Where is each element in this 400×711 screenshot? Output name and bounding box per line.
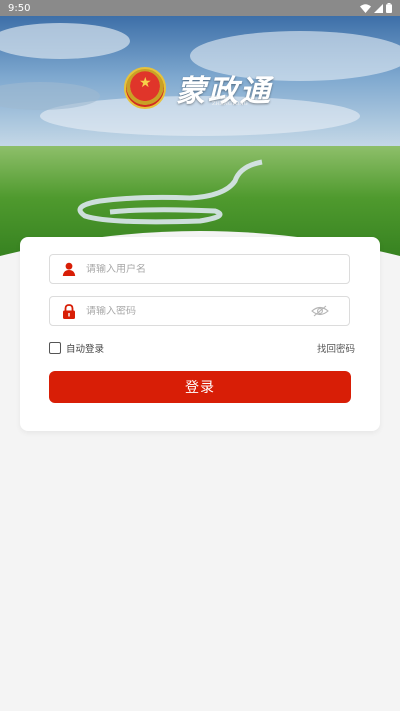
login-options-row: 自动登录 找回密码: [49, 341, 355, 355]
brand-subtitle: ENGEE ZHENGTONG: [212, 95, 248, 107]
forgot-password-link[interactable]: 找回密码: [317, 341, 355, 355]
status-icons: [360, 3, 392, 13]
wifi-icon: [360, 3, 371, 13]
status-bar: 9:50: [0, 0, 400, 16]
password-input[interactable]: [86, 305, 311, 317]
auto-login-label: 自动登录: [66, 344, 105, 355]
username-field[interactable]: [49, 254, 350, 284]
lock-icon: [61, 303, 77, 319]
password-field[interactable]: [49, 296, 350, 326]
signal-icon: [374, 3, 383, 13]
auto-login-checkbox[interactable]: [49, 342, 61, 354]
auto-login-toggle[interactable]: 自动登录: [49, 341, 104, 355]
user-icon: [61, 261, 77, 277]
eye-off-icon[interactable]: [311, 305, 329, 317]
status-time: 9:50: [8, 2, 31, 14]
brand-subtitle-line2: ZHENGTONG: [212, 101, 248, 107]
login-button[interactable]: 登录: [49, 371, 351, 403]
login-card: 自动登录 找回密码 登录: [20, 237, 380, 431]
username-input[interactable]: [86, 263, 349, 275]
battery-icon: [386, 3, 392, 13]
app-logo: 蒙政通: [124, 66, 272, 110]
emblem-icon: [124, 67, 166, 109]
